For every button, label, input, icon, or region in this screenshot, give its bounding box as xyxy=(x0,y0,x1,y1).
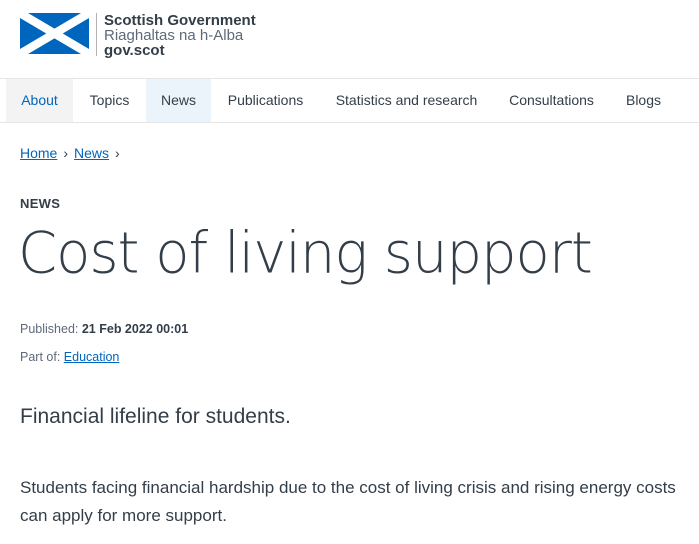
breadcrumb-home-link[interactable]: Home xyxy=(20,145,57,161)
breadcrumb-separator-icon: › xyxy=(115,145,120,161)
published-date: 21 Feb 2022 00:01 xyxy=(81,322,189,336)
part-of-meta: Part of: Education xyxy=(20,350,119,364)
saltire-flag-icon xyxy=(20,13,89,54)
nav-item-statistics-and-research[interactable]: Statistics and research xyxy=(320,79,493,122)
part-of-link[interactable]: Education xyxy=(64,350,120,364)
logo-line-english: Scottish Government xyxy=(104,12,256,29)
page-title: Cost of living support xyxy=(18,220,593,287)
part-of-label: Part of: xyxy=(20,350,61,364)
nav-item-news[interactable]: News xyxy=(146,79,211,122)
page-title-text: Cost of living support xyxy=(18,220,593,287)
nav-item-publications[interactable]: Publications xyxy=(211,79,320,122)
breadcrumb-news-link[interactable]: News xyxy=(74,145,109,161)
nav-item-consultations[interactable]: Consultations xyxy=(493,79,610,122)
lead-paragraph: Financial lifeline for students. xyxy=(20,405,291,428)
nav-item-topics[interactable]: Topics xyxy=(73,79,146,122)
body-paragraph: Students facing financial hardship due t… xyxy=(20,478,676,525)
logo-text: Scottish Government Riaghaltas na h-Alba… xyxy=(104,13,256,58)
main-navigation: About Topics News Publications Statistic… xyxy=(0,79,699,123)
logo-line-domain: gov.scot xyxy=(104,42,165,59)
logo-divider xyxy=(96,13,97,56)
logo-line-gaelic: Riaghaltas na h-Alba xyxy=(104,27,244,44)
content-type-label: NEWS xyxy=(20,196,61,211)
nav-item-blogs[interactable]: Blogs xyxy=(610,79,677,122)
breadcrumb-separator-icon: › xyxy=(63,145,69,161)
breadcrumb: Home › News › xyxy=(20,145,126,161)
nav-item-about[interactable]: About xyxy=(6,79,73,122)
site-logo[interactable]: Scottish Government Riaghaltas na h-Alba… xyxy=(20,13,256,58)
published-meta: Published: 21 Feb 2022 00:01 xyxy=(20,322,188,336)
published-label: Published: xyxy=(20,322,79,336)
site-header: Scottish Government Riaghaltas na h-Alba… xyxy=(0,0,699,79)
